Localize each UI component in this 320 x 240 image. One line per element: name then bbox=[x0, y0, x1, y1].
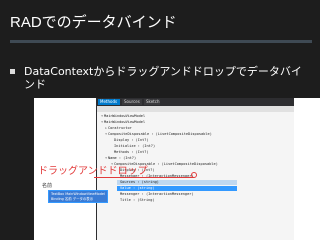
tree-row-label: Initialize : (Int?) bbox=[114, 144, 156, 148]
tree-row[interactable]: ▸Constructor bbox=[105, 126, 132, 131]
bullet-text: DataContextからドラッグアンドドロップでデータバインド bbox=[24, 65, 302, 91]
tree-row-label: Value : (string) bbox=[120, 186, 155, 190]
embedded-screenshot: Methods Sources Sketch ▾MainWindowViewMo… bbox=[34, 98, 320, 240]
drop-target-line: Binding 名前 データの表示 bbox=[51, 197, 94, 201]
tree-row[interactable]: ▾MainWindowViewModel bbox=[101, 114, 145, 119]
tree-row-selected[interactable]: Sources : (string) bbox=[117, 180, 237, 185]
tree-row-label: Constructor bbox=[108, 126, 132, 130]
data-panel-toolbar bbox=[97, 106, 294, 112]
drag-cursor-icon bbox=[191, 172, 197, 178]
tree-row[interactable]: Display : (Int?) bbox=[111, 138, 149, 143]
tree-row-label: CompositeDisposable : (LivetCompositeDis… bbox=[108, 132, 212, 136]
drop-target-caption: 名前 bbox=[42, 183, 53, 189]
tab-sketch[interactable]: Sketch bbox=[144, 99, 160, 105]
tree-row-label: MainWindowViewModel bbox=[104, 114, 146, 118]
tree-row-label: Messenger : (InteractionMessenger) bbox=[120, 192, 194, 196]
tree-row[interactable]: ▾CompositeDisposable : (LivetCompositeDi… bbox=[105, 132, 212, 137]
tree-row[interactable]: Methods : (Int?) bbox=[111, 150, 149, 155]
tab-sources[interactable]: Sources bbox=[122, 99, 142, 105]
tree-row-label: Methods : (Int?) bbox=[114, 150, 149, 154]
drop-target-box: TextBox MainWindowViewModel Binding 名前 デ… bbox=[49, 191, 107, 202]
tree-row-label: Sources : (string) bbox=[120, 180, 159, 184]
tree-row-label: Display : (Int?) bbox=[114, 138, 149, 142]
tree-row[interactable]: Initialize : (Int?) bbox=[111, 144, 155, 149]
tree-row[interactable]: Messenger : (InteractionMessenger) bbox=[117, 192, 194, 197]
tree-row[interactable]: ▾MainWindowViewModel bbox=[101, 120, 145, 125]
tree-row-label: Name : (Int?) bbox=[108, 156, 137, 160]
tree-row-label: Title : (String) bbox=[120, 198, 155, 202]
tree-row[interactable]: ▾Name : (Int?) bbox=[105, 156, 136, 161]
title-divider bbox=[10, 40, 312, 43]
panel-tab-bar: Methods Sources Sketch bbox=[96, 98, 294, 106]
tree-row[interactable]: Title : (String) bbox=[117, 198, 155, 203]
tab-methods[interactable]: Methods bbox=[98, 99, 120, 105]
bullet-square-icon bbox=[10, 69, 15, 74]
drag-drop-label: ドラッグアンドドロップ bbox=[38, 166, 148, 177]
slide-title: RADでのデータバインド bbox=[10, 14, 177, 31]
tree-row-label: MainWindowViewModel bbox=[104, 120, 146, 124]
tree-row-dragging[interactable]: Value : (string) bbox=[117, 186, 237, 191]
drop-target[interactable]: TextBox MainWindowViewModel Binding 名前 デ… bbox=[48, 190, 108, 203]
